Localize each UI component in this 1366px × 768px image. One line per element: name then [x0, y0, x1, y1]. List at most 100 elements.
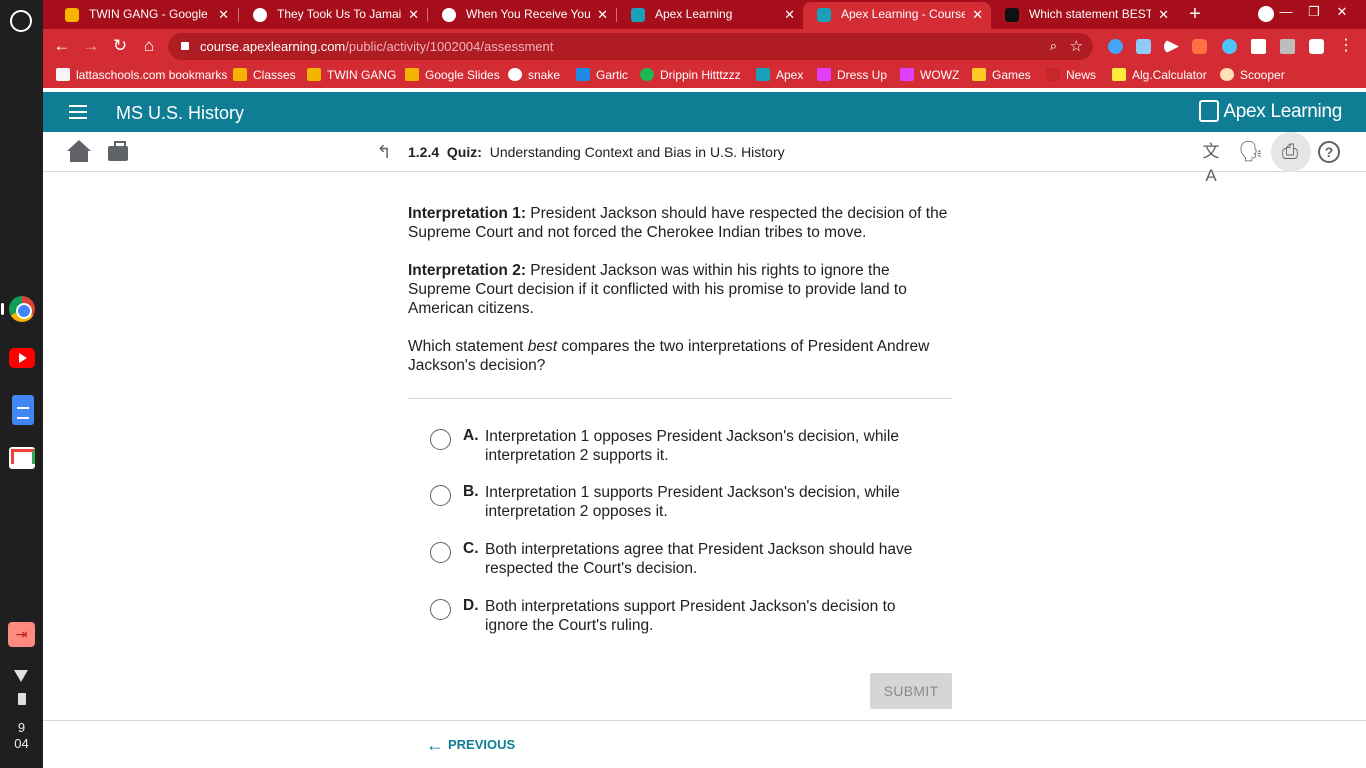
option-text[interactable]: Both interpretations support President J…	[485, 597, 935, 635]
zoom-icon[interactable]: ⌕	[1050, 38, 1057, 54]
bookmark-item[interactable]: News	[1046, 68, 1096, 82]
bookmark-item[interactable]: Google Slides	[405, 68, 500, 82]
bookmark-item[interactable]: TWIN GANG	[307, 68, 396, 82]
slides-icon	[307, 68, 321, 81]
google-docs-icon[interactable]	[12, 395, 34, 425]
submit-button[interactable]: SUBMIT	[870, 673, 952, 709]
bookmark-star-icon[interactable]: ☆	[1070, 37, 1083, 55]
extension-icon[interactable]	[1108, 39, 1123, 54]
text-to-speech-icon[interactable]: 🗣	[1238, 140, 1263, 164]
browser-tab[interactable]: They Took Us To Jamaica ✕	[239, 2, 427, 29]
home-browser-icon[interactable]: ⌂	[138, 36, 160, 58]
tab-favicon-icon	[253, 8, 267, 22]
printer-extension-icon[interactable]	[1136, 39, 1151, 54]
briefcase-icon[interactable]	[106, 140, 130, 164]
up-arrow-icon[interactable]: ↰	[372, 140, 396, 164]
bookmark-item[interactable]: Drippin Hitttzzz	[640, 68, 741, 82]
bookmark-item[interactable]: snake	[508, 68, 560, 82]
interpretation-1: Interpretation 1: President Jackson shou…	[408, 205, 948, 241]
tab-favicon-icon	[817, 8, 831, 22]
back-icon[interactable]: ←	[51, 36, 73, 58]
dress-up-icon	[817, 68, 831, 81]
close-icon[interactable]: ✕	[218, 2, 229, 27]
wowz-icon	[900, 68, 914, 81]
close-icon[interactable]: ✕	[972, 2, 983, 27]
spotify-icon	[640, 68, 654, 81]
games-icon	[972, 68, 986, 81]
youtube-icon[interactable]	[9, 348, 35, 368]
footer-nav: ← PREVIOUS	[43, 720, 1366, 768]
battery-icon[interactable]	[18, 693, 26, 705]
option-text[interactable]: Both interpretations agree that Presiden…	[485, 540, 935, 578]
minimize-icon[interactable]: —	[1272, 4, 1300, 19]
google-icon	[508, 68, 522, 81]
arrow-left-icon: ←	[426, 735, 444, 755]
close-icon[interactable]: ✕	[408, 2, 419, 27]
restore-icon[interactable]: ❐	[1300, 4, 1328, 20]
character-extension-icon[interactable]	[1251, 39, 1266, 54]
close-icon[interactable]: ✕	[784, 2, 795, 27]
browser-tab-active[interactable]: Apex Learning - Courses ✕	[803, 2, 991, 29]
chrome-icon[interactable]	[9, 296, 35, 322]
bookmark-item[interactable]: Scooper	[1220, 68, 1285, 82]
more-menu-icon[interactable]: ⋮	[1338, 35, 1354, 55]
new-tab-icon[interactable]: +	[1183, 3, 1207, 27]
close-window-icon[interactable]: ✕	[1328, 4, 1356, 20]
os-shelf: ⇥ 9 04	[0, 0, 43, 768]
browser-toolbar: ← → ↻ ⌂ course.apexlearning.com/public/a…	[43, 29, 1366, 64]
tab-title: Which statement BEST de	[1029, 7, 1151, 21]
wifi-icon[interactable]	[14, 670, 28, 682]
radio-button[interactable]	[430, 599, 451, 620]
close-icon[interactable]: ✕	[597, 2, 608, 27]
reload-icon[interactable]: ↻	[109, 36, 131, 58]
browser-tab[interactable]: Which statement BEST de ✕	[991, 2, 1177, 29]
bookmark-item[interactable]: Dress Up	[817, 68, 887, 82]
bookmark-item[interactable]: Apex	[756, 68, 803, 82]
forward-icon[interactable]: →	[80, 36, 102, 58]
tab-favicon-icon	[631, 8, 645, 22]
launcher-icon[interactable]	[10, 10, 32, 32]
bookmark-item[interactable]: Classes	[233, 68, 296, 82]
exit-icon[interactable]: ⇥	[8, 622, 35, 647]
tab-title: When You Receive Your Sa	[466, 7, 590, 21]
option-letter: C.	[463, 540, 479, 557]
upload-extension-icon[interactable]	[1280, 39, 1295, 54]
hamburger-menu-icon[interactable]	[69, 105, 87, 119]
option-text[interactable]: Interpretation 1 opposes President Jacks…	[485, 427, 935, 465]
browser-tab[interactable]: TWIN GANG - Google Slides ✕	[51, 2, 237, 29]
classes-icon	[233, 68, 247, 81]
address-bar[interactable]: course.apexlearning.com/public/activity/…	[168, 33, 1093, 60]
option-text[interactable]: Interpretation 1 supports President Jack…	[485, 483, 935, 521]
calculator-icon	[1112, 68, 1126, 81]
system-clock[interactable]: 9 04	[0, 720, 43, 752]
bookmark-item[interactable]: Games	[972, 68, 1031, 82]
gmail-icon[interactable]	[9, 447, 35, 469]
help-icon[interactable]: ?	[1318, 141, 1340, 163]
close-icon[interactable]: ✕	[1158, 2, 1169, 27]
tab-title: TWIN GANG - Google Slides	[89, 7, 211, 21]
tab-favicon-icon	[1005, 8, 1019, 22]
window-controls: — ❐ ✕	[1272, 4, 1356, 20]
video-extension-icon[interactable]	[1192, 39, 1207, 54]
puzzle-icon[interactable]	[1309, 39, 1324, 54]
bookmark-item[interactable]: Gartic	[576, 68, 628, 82]
browser-tab[interactable]: Apex Learning ✕	[617, 2, 803, 29]
lock-icon	[181, 42, 189, 50]
print-icon[interactable]: ⎙	[1278, 140, 1302, 164]
radio-button[interactable]	[430, 542, 451, 563]
radio-button[interactable]	[430, 429, 451, 450]
tab-favicon-icon	[65, 8, 79, 22]
bookmark-item[interactable]: lattaschools.com bookmarks	[56, 68, 227, 82]
tab-title: Apex Learning - Courses	[841, 7, 965, 21]
browser-tab[interactable]: When You Receive Your Sa ✕	[428, 2, 616, 29]
home-icon[interactable]	[67, 140, 91, 164]
gear-extension-icon[interactable]	[1222, 39, 1237, 54]
previous-button[interactable]: ← PREVIOUS	[426, 735, 515, 756]
cursor-extension-icon[interactable]	[1164, 39, 1179, 54]
translate-icon[interactable]: 文A	[1199, 140, 1223, 185]
bookmark-item[interactable]: Alg.Calculator	[1112, 68, 1207, 82]
bookmark-item[interactable]: WOWZ	[900, 68, 959, 82]
tab-title: Apex Learning	[655, 7, 733, 21]
radio-button[interactable]	[430, 485, 451, 506]
gartic-icon	[576, 68, 590, 81]
